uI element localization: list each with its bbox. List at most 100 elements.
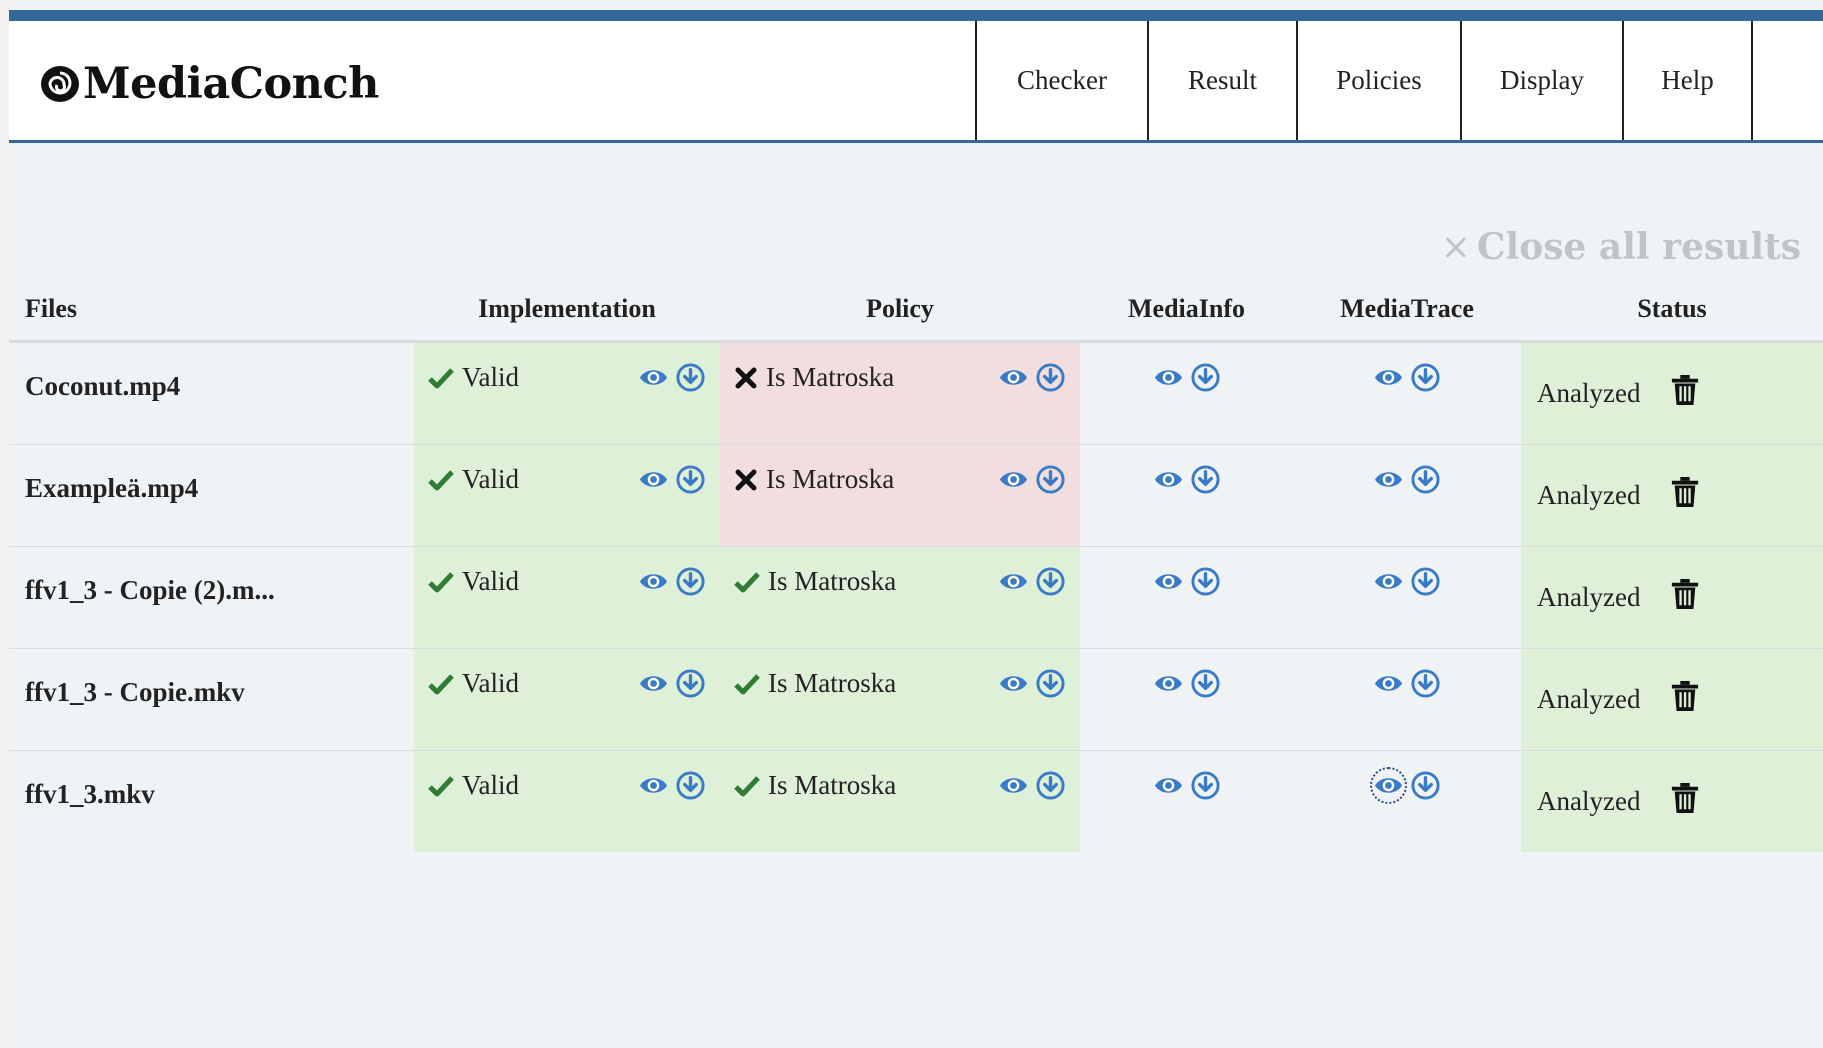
implementation-view-icon[interactable] <box>638 566 669 597</box>
close-all-results-button[interactable]: × Close all results <box>1441 226 1801 268</box>
implementation-cell: Valid <box>414 341 720 445</box>
mediatrace-view-icon[interactable] <box>1373 362 1404 393</box>
check-icon <box>428 673 454 694</box>
mediatrace-view-icon[interactable] <box>1373 668 1404 699</box>
mediatrace-download-icon[interactable] <box>1410 566 1441 597</box>
trash-icon[interactable] <box>1670 577 1700 611</box>
policy-result: Is Matroska <box>768 668 897 698</box>
mediainfo-view-icon[interactable] <box>1153 770 1184 801</box>
close-all-label: Close all results <box>1476 226 1801 268</box>
policy-view-icon[interactable] <box>998 770 1029 801</box>
status-text: Analyzed <box>1537 480 1641 510</box>
logo-text: MediaConch <box>83 59 379 109</box>
header: MediaConch Checker Result Policies Displ… <box>9 21 1823 143</box>
mediatrace-download-icon[interactable] <box>1410 362 1441 393</box>
conch-logo-icon <box>41 66 79 102</box>
mediainfo-cell <box>1080 648 1293 751</box>
trash-icon[interactable] <box>1670 781 1700 815</box>
mediainfo-view-icon[interactable] <box>1153 362 1184 393</box>
check-icon <box>734 673 760 694</box>
file-name[interactable]: Exampleä.mp4 <box>9 444 414 547</box>
delete-button[interactable] <box>1670 577 1700 618</box>
mediatrace-cell <box>1293 341 1521 445</box>
mediainfo-download-icon[interactable] <box>1190 566 1221 597</box>
policy-download-icon[interactable] <box>1035 770 1066 801</box>
header-policy: Policy <box>720 278 1080 343</box>
policy-result: Is Matroska <box>768 770 897 800</box>
check-icon <box>428 469 454 490</box>
implementation-view-icon[interactable] <box>638 362 669 393</box>
status-cell: Analyzed <box>1521 750 1823 852</box>
implementation-view-icon[interactable] <box>638 668 669 699</box>
implementation-result: Valid <box>462 668 519 698</box>
nav-result[interactable]: Result <box>1147 21 1296 140</box>
delete-button[interactable] <box>1670 373 1700 414</box>
file-name[interactable]: ffv1_3.mkv <box>9 750 414 852</box>
trash-icon[interactable] <box>1670 679 1700 713</box>
mediainfo-download-icon[interactable] <box>1190 770 1221 801</box>
policy-result: Is Matroska <box>766 464 895 494</box>
file-name[interactable]: ffv1_3 - Copie.mkv <box>9 648 414 751</box>
mediatrace-download-icon[interactable] <box>1410 770 1441 801</box>
policy-result: Is Matroska <box>768 566 897 596</box>
mediatrace-download-icon[interactable] <box>1410 464 1441 495</box>
policy-download-icon[interactable] <box>1035 566 1066 597</box>
file-name[interactable]: Coconut.mp4 <box>9 341 414 445</box>
status-text: Analyzed <box>1537 582 1641 612</box>
implementation-download-icon[interactable] <box>675 566 706 597</box>
policy-download-icon[interactable] <box>1035 362 1066 393</box>
mediainfo-download-icon[interactable] <box>1190 668 1221 699</box>
policy-cell: Is Matroska <box>720 750 1080 852</box>
delete-button[interactable] <box>1670 781 1700 822</box>
mediatrace-download-icon[interactable] <box>1410 668 1441 699</box>
mediainfo-view-icon[interactable] <box>1153 668 1184 699</box>
implementation-result: Valid <box>462 362 519 392</box>
implementation-download-icon[interactable] <box>675 668 706 699</box>
delete-button[interactable] <box>1670 679 1700 720</box>
file-name[interactable]: ffv1_3 - Copie (2).m... <box>9 546 414 649</box>
implementation-download-icon[interactable] <box>675 362 706 393</box>
implementation-view-icon[interactable] <box>638 770 669 801</box>
nav-spacer <box>1751 21 1823 140</box>
status-cell: Analyzed <box>1521 648 1823 751</box>
delete-button[interactable] <box>1670 475 1700 516</box>
table-header-row: Files Implementation Policy MediaInfo Me… <box>9 278 1823 343</box>
mediainfo-view-icon[interactable] <box>1153 566 1184 597</box>
mediatrace-view-icon[interactable] <box>1373 566 1404 597</box>
policy-view-icon[interactable] <box>998 464 1029 495</box>
trash-icon[interactable] <box>1670 475 1700 509</box>
nav-checker[interactable]: Checker <box>975 21 1147 140</box>
status-text: Analyzed <box>1537 684 1641 714</box>
mediainfo-download-icon[interactable] <box>1190 362 1221 393</box>
implementation-cell: Valid <box>414 444 720 547</box>
implementation-download-icon[interactable] <box>675 770 706 801</box>
logo[interactable]: MediaConch <box>39 59 379 109</box>
mediainfo-cell <box>1080 341 1293 445</box>
policy-view-icon[interactable] <box>998 566 1029 597</box>
results-table: Files Implementation Policy MediaInfo Me… <box>9 278 1823 852</box>
implementation-result: Valid <box>462 770 519 800</box>
implementation-result: Valid <box>462 464 519 494</box>
nav-policies[interactable]: Policies <box>1296 21 1460 140</box>
policy-view-icon[interactable] <box>998 668 1029 699</box>
policy-download-icon[interactable] <box>1035 668 1066 699</box>
check-icon <box>734 775 760 796</box>
mediainfo-view-icon[interactable] <box>1153 464 1184 495</box>
implementation-download-icon[interactable] <box>675 464 706 495</box>
policy-download-icon[interactable] <box>1035 464 1066 495</box>
nav-help[interactable]: Help <box>1622 21 1751 140</box>
trash-icon[interactable] <box>1670 373 1700 407</box>
mediatrace-view-icon[interactable] <box>1370 767 1407 804</box>
table-row: ffv1_3.mkv Valid Is Matroska Analyzed <box>9 750 1823 852</box>
mediatrace-view-icon[interactable] <box>1373 464 1404 495</box>
app-window: MediaConch Checker Result Policies Displ… <box>9 0 1823 1048</box>
policy-cell: Is Matroska <box>720 444 1080 547</box>
implementation-view-icon[interactable] <box>638 464 669 495</box>
policy-cell: Is Matroska <box>720 341 1080 445</box>
nav-display[interactable]: Display <box>1460 21 1622 140</box>
mediainfo-download-icon[interactable] <box>1190 464 1221 495</box>
mediainfo-cell <box>1080 444 1293 547</box>
policy-view-icon[interactable] <box>998 362 1029 393</box>
status-text: Analyzed <box>1537 378 1641 408</box>
table-row: ffv1_3 - Copie.mkv Valid Is Matroska Ana… <box>9 648 1823 751</box>
